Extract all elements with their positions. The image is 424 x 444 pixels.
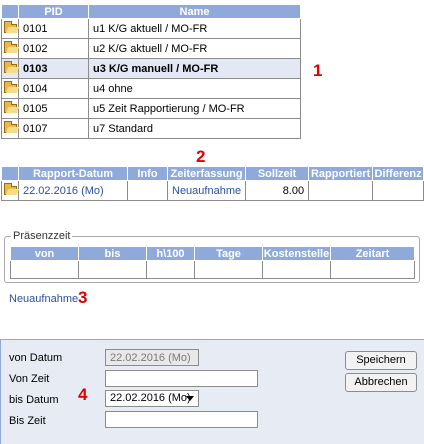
- rapport-datum-cell: 22.02.2016 (Mo): [18, 180, 128, 201]
- pid-column-header: PID: [18, 4, 89, 19]
- differenz-cell: [372, 180, 424, 201]
- neuaufnahme-link[interactable]: Neuaufnahme: [9, 293, 78, 305]
- zeiterfassung-column-header: Zeiterfassung: [166, 166, 247, 181]
- marker-3: 3: [78, 288, 88, 307]
- table-row[interactable]: 22.02.2016 (Mo) Neuaufnahme 8.00: [1, 180, 424, 201]
- pid-cell: 0101: [18, 18, 89, 39]
- open-folder-icon[interactable]: [3, 61, 17, 73]
- von-zeit-field[interactable]: [105, 370, 258, 387]
- differenz-column-header: Differenz: [372, 166, 424, 181]
- folder-cell[interactable]: [1, 98, 19, 119]
- open-folder-icon[interactable]: [3, 41, 17, 53]
- pid-cell: 0102: [18, 38, 89, 59]
- table-row[interactable]: 0102 u2 K/G aktuell / MO-FR: [1, 38, 301, 59]
- bis-zeit-field[interactable]: [105, 411, 258, 428]
- bis-column-header: bis: [78, 246, 147, 261]
- chevron-down-icon[interactable]: [186, 396, 194, 401]
- name-cell: u2 K/G aktuell / MO-FR: [88, 38, 301, 59]
- folder-cell[interactable]: [1, 78, 19, 99]
- table-row[interactable]: 0107 u7 Standard: [1, 118, 301, 139]
- kostenstelle-cell: [262, 260, 331, 279]
- praesenzzeit-fieldset: Präsenzzeit von bis h\100 Tage Kostenste…: [4, 230, 420, 283]
- tage-cell: [194, 260, 263, 279]
- pid-cell: 0103: [18, 58, 89, 79]
- table-row-selected[interactable]: 0103 u3 K/G manuell / MO-FR: [1, 58, 301, 79]
- name-cell: u5 Zeit Rapportierung / MO-FR: [88, 98, 301, 119]
- folder-column-header: [1, 166, 19, 181]
- name-cell: u7 Standard: [88, 118, 301, 139]
- bis-datum-select[interactable]: 22.02.2016 (Mo): [105, 390, 199, 407]
- folder-cell[interactable]: [1, 38, 19, 59]
- von-zeit-label: Von Zeit: [9, 373, 50, 385]
- praesenzzeit-legend: Präsenzzeit: [11, 230, 73, 242]
- zeitart-cell: [330, 260, 415, 279]
- name-cell: u4 ohne: [88, 78, 301, 99]
- open-folder-icon[interactable]: [3, 101, 17, 113]
- bis-cell: [78, 260, 147, 279]
- rapport-table-header: Rapport-Datum Info Zeiterfassung Sollzei…: [1, 166, 424, 181]
- pid-cell: 0105: [18, 98, 89, 119]
- kostenstelle-column-header: Kostenstelle: [262, 246, 331, 261]
- von-datum-label: von Datum: [9, 352, 63, 364]
- tage-column-header: Tage: [194, 246, 263, 261]
- folder-cell[interactable]: [1, 58, 19, 79]
- info-cell: [127, 180, 168, 201]
- name-cell: u1 K/G aktuell / MO-FR: [88, 18, 301, 39]
- marker-4: 4: [78, 385, 88, 404]
- zeiterfassung-cell: Neuaufnahme: [166, 180, 247, 201]
- rapport-datum-link[interactable]: 22.02.2016 (Mo): [23, 185, 104, 197]
- table-row[interactable]: 0104 u4 ohne: [1, 78, 301, 99]
- save-button[interactable]: Speichern: [345, 351, 417, 370]
- pid-table-header: PID Name: [1, 4, 301, 19]
- h100-cell: [146, 260, 195, 279]
- rapportiert-column-header: Rapportiert: [308, 166, 374, 181]
- zeitart-column-header: Zeitart: [330, 246, 415, 261]
- folder-cell[interactable]: [1, 18, 19, 39]
- info-column-header: Info: [127, 166, 168, 181]
- von-datum-field: [105, 349, 199, 366]
- marker-2: 2: [196, 147, 206, 166]
- open-folder-icon[interactable]: [3, 21, 17, 33]
- pid-cell: 0104: [18, 78, 89, 99]
- name-cell: u3 K/G manuell / MO-FR: [88, 58, 301, 79]
- von-cell: [10, 260, 79, 279]
- bis-zeit-label: Bis Zeit: [9, 415, 46, 427]
- marker-1: 1: [313, 61, 323, 80]
- pid-cell: 0107: [18, 118, 89, 139]
- sollzeit-cell: 8.00: [245, 180, 310, 201]
- open-folder-icon[interactable]: [3, 81, 17, 93]
- folder-cell[interactable]: [1, 118, 19, 139]
- von-column-header: von: [10, 246, 79, 261]
- zeiterfassung-neuaufnahme-link[interactable]: Neuaufnahme: [172, 185, 241, 197]
- praesenzzeit-table-header: von bis h\100 Tage Kostenstelle Zeitart: [10, 246, 415, 261]
- table-row[interactable]: 0105 u5 Zeit Rapportierung / MO-FR: [1, 98, 301, 119]
- table-row[interactable]: 0101 u1 K/G aktuell / MO-FR: [1, 18, 301, 39]
- folder-cell[interactable]: [1, 180, 19, 201]
- bis-datum-selected-value: 22.02.2016 (Mo): [110, 392, 191, 404]
- rapportiert-cell: [308, 180, 374, 201]
- name-column-header: Name: [88, 4, 301, 19]
- folder-column-header: [1, 4, 19, 19]
- sollzeit-column-header: Sollzeit: [245, 166, 310, 181]
- rapport-table: Rapport-Datum Info Zeiterfassung Sollzei…: [1, 166, 424, 201]
- rapport-datum-column-header: Rapport-Datum: [18, 166, 128, 181]
- bis-datum-label: bis Datum: [9, 394, 59, 406]
- entry-form-panel: von Datum Von Zeit bis Datum 22.02.2016 …: [0, 339, 424, 444]
- praesenzzeit-table: von bis h\100 Tage Kostenstelle Zeitart: [10, 246, 415, 279]
- cancel-button[interactable]: Abbrechen: [345, 373, 417, 392]
- pid-table: PID Name 0101 u1 K/G aktuell / MO-FR 010…: [1, 4, 301, 139]
- h100-column-header: h\100: [146, 246, 195, 261]
- open-folder-icon[interactable]: [3, 121, 17, 133]
- table-row: [10, 260, 415, 279]
- open-folder-icon[interactable]: [3, 183, 17, 195]
